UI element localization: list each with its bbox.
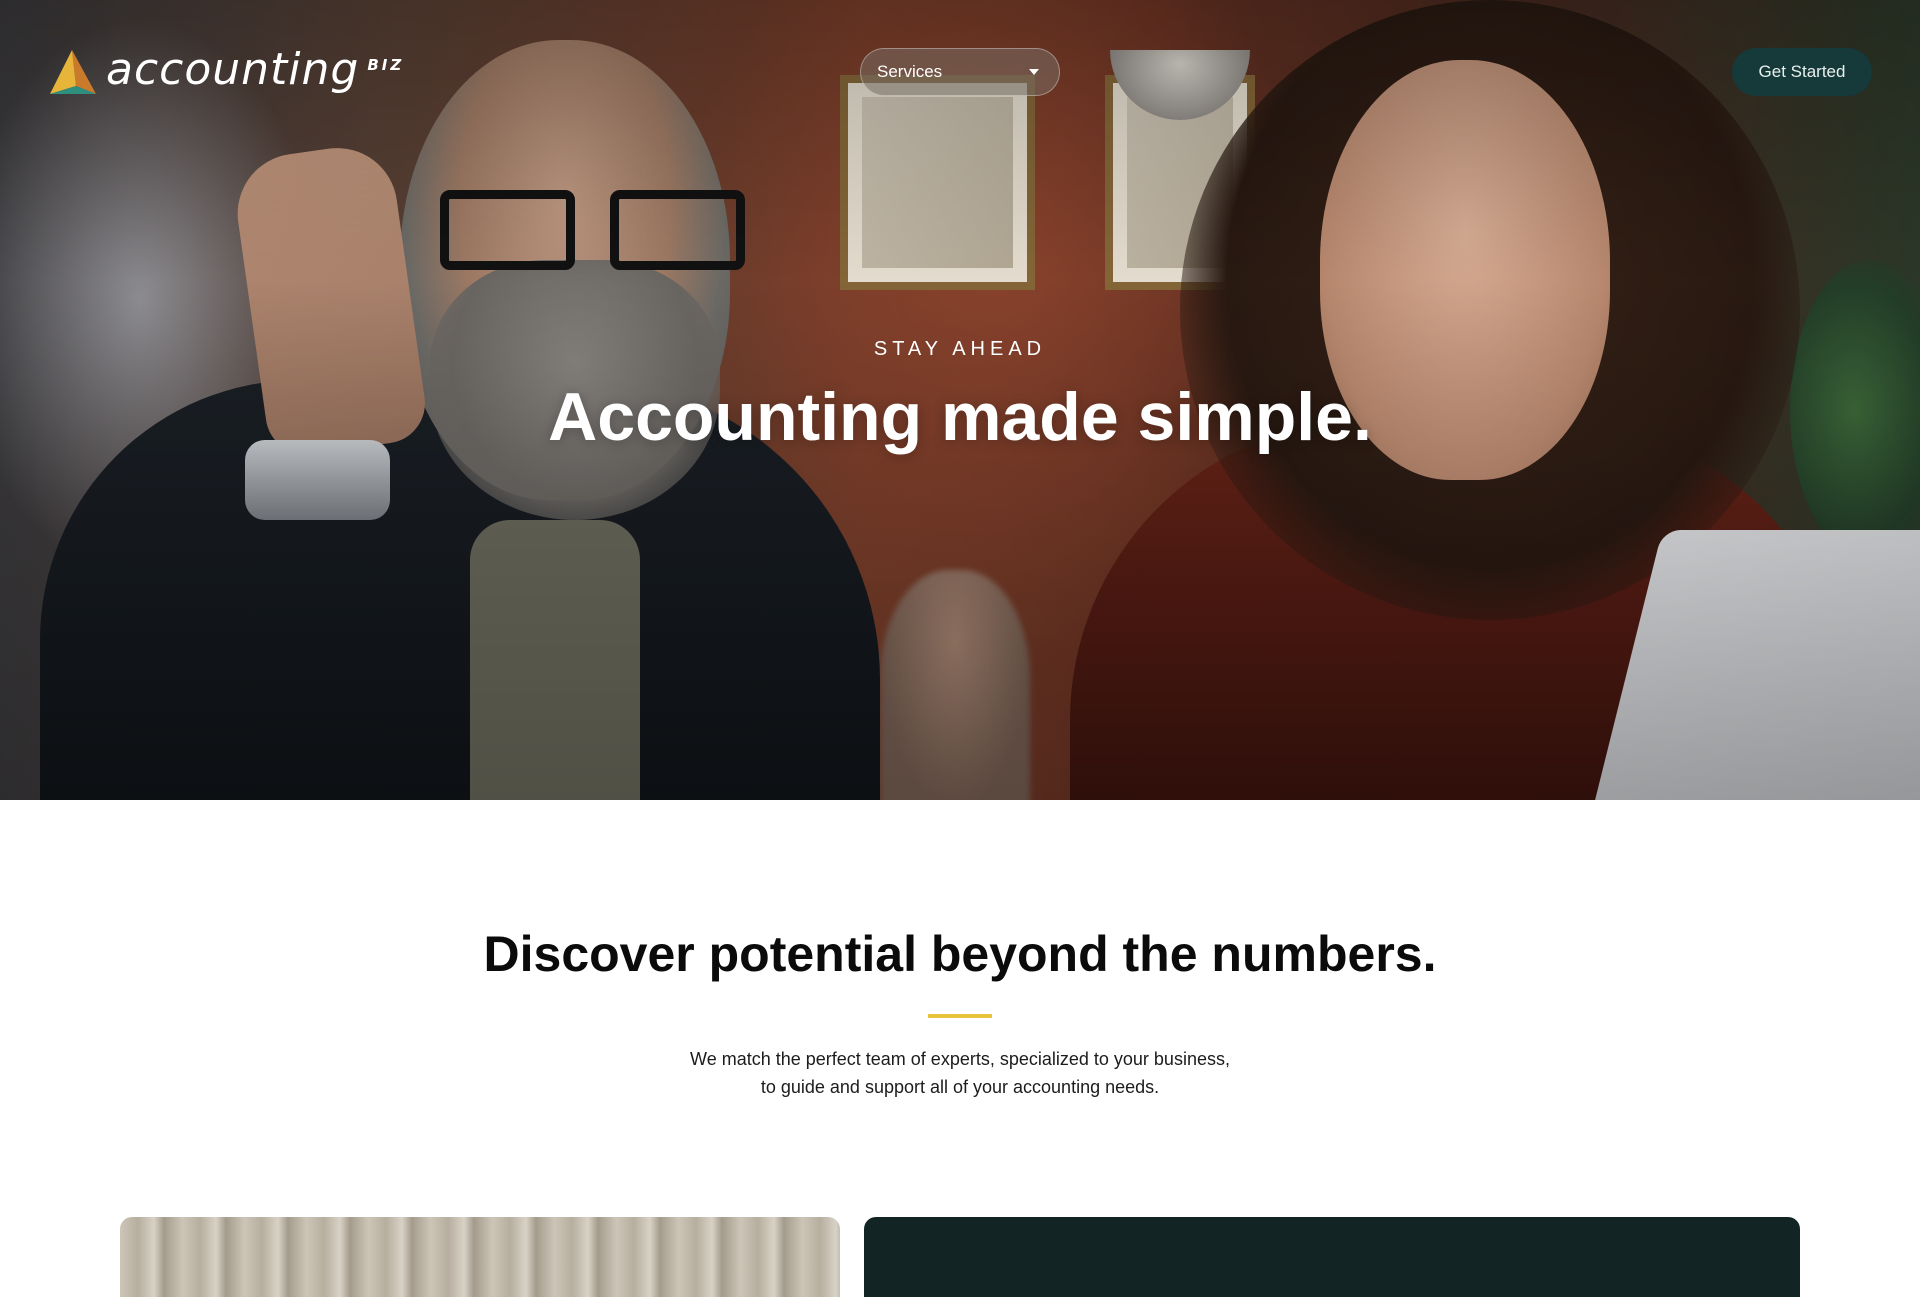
feature-card-dark	[864, 1217, 1800, 1297]
feature-card-image	[120, 1217, 840, 1297]
hero-title: Accounting made simple.	[548, 379, 1372, 455]
services-dropdown-label: Services	[877, 62, 943, 81]
section-description-line: We match the perfect team of experts, sp…	[690, 1049, 1230, 1069]
section-description-line: to guide and support all of your account…	[760, 1077, 1160, 1097]
section-title: Discover potential beyond the numbers.	[483, 926, 1437, 982]
section-accent-divider	[928, 1014, 992, 1018]
triangle-logo-icon	[50, 50, 96, 94]
section-description: We match the perfect team of experts, sp…	[0, 1045, 1920, 1101]
hero-eyebrow: STAY AHEAD	[873, 338, 1047, 360]
caret-down-icon	[1029, 69, 1039, 75]
brand-logo[interactable]: accounting BIZ	[46, 46, 404, 96]
get-started-button[interactable]: Get Started	[1732, 48, 1872, 96]
services-dropdown[interactable]: Services	[860, 48, 1060, 96]
brand-name: accounting	[106, 44, 360, 95]
brand-suffix: BIZ	[367, 56, 405, 74]
hero-section: accounting BIZ Services Get Started STAY…	[0, 0, 1920, 800]
